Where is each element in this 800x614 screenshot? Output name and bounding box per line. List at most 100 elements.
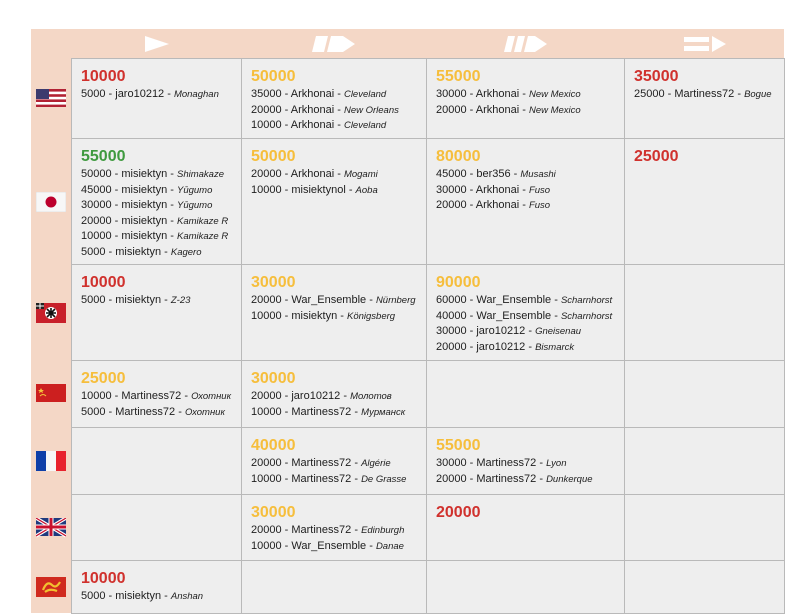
- contribution-text: 10000 - misiektyn -: [251, 309, 347, 322]
- ship-name: Yūgumo: [176, 184, 213, 196]
- contribution-entry: 5000 - misiektyn - Anshan: [81, 589, 235, 605]
- contribution-entry: 20000 - Arkhonai - New Orleans: [251, 103, 420, 119]
- tier-2-cell: 30000 20000 - jaro10212 - Молотов 10000 - …: [241, 360, 427, 428]
- contribution-entry: 20000 - Arkhonai - New Mexico: [436, 103, 618, 119]
- rewards-table: 10000 5000 - jaro10212 - Monaghan 50000 350…: [71, 29, 785, 614]
- ship-name: Musashi: [520, 169, 556, 180]
- contribution-entry: 30000 - misiektyn - Yūgumo: [81, 198, 235, 214]
- tier-1-cell: [71, 494, 242, 561]
- ship-name: Fuso: [528, 200, 551, 211]
- arrow-tier-1-icon: [144, 35, 169, 52]
- ship-name: New Mexico: [528, 104, 581, 116]
- tier-4-cell: [624, 427, 785, 495]
- reward-total: 40000: [251, 437, 296, 454]
- contribution-text: 45000 - ber356 -: [436, 168, 521, 180]
- nation-row-germany: 10000 5000 - misiektyn - Z-23 30000 20000 -…: [71, 264, 785, 361]
- tier-2-cell: 30000 20000 - War_Ensemble - Nürnberg 1000…: [241, 264, 427, 361]
- tier-4-header: [625, 29, 785, 59]
- pan-asia-flag-icon: [36, 577, 66, 597]
- contribution-text: 20000 - jaro10212 -: [251, 390, 351, 402]
- tier-4-cell: [624, 560, 785, 614]
- ship-name: Z-23: [170, 295, 191, 306]
- contribution-entry: 20000 - Martiness72 - Edinburgh: [251, 523, 420, 539]
- nation-row-usa: 10000 5000 - jaro10212 - Monaghan 50000 350…: [71, 58, 785, 139]
- ship-name: Scharnhorst: [560, 310, 613, 322]
- contribution-text: 10000 - Arkhonai -: [251, 119, 344, 131]
- contribution-text: 45000 - misiektyn -: [81, 183, 177, 196]
- contribution-text: 20000 - Arkhonai -: [251, 103, 344, 116]
- contribution-text: 60000 - War_Ensemble -: [436, 294, 561, 306]
- contribution-text: 10000 - misiektynol -: [251, 183, 356, 196]
- reward-total: 30000: [251, 274, 296, 291]
- tier-3-cell: 20000: [426, 494, 625, 561]
- contribution-entry: 40000 - War_Ensemble - Scharnhorst: [436, 309, 618, 325]
- ship-name: Danae: [375, 540, 404, 552]
- ship-name: Anshan: [170, 591, 204, 602]
- ship-name: Fuso: [528, 184, 551, 196]
- ship-name: Nürnberg: [375, 295, 416, 306]
- ship-name: Yūgumo: [176, 200, 213, 211]
- tier-4-cell: [624, 360, 785, 428]
- contribution-entry: 45000 - misiektyn - Yūgumo: [81, 183, 235, 199]
- contribution-text: 30000 - Arkhonai -: [436, 88, 529, 100]
- contribution-text: 10000 - Martiness72 -: [251, 405, 362, 418]
- ship-name: Охотник: [191, 391, 232, 402]
- contribution-text: 20000 - Martiness72 -: [251, 457, 362, 469]
- contribution-text: 20000 - Arkhonai -: [251, 168, 344, 180]
- arrow-tier-3-icon: [503, 35, 547, 52]
- tier-1-cell: 25000 10000 - Martiness72 - Охотник 5000 -…: [71, 360, 242, 428]
- contribution-text: 20000 - misiektyn -: [81, 214, 177, 227]
- ship-name: Cleveland: [343, 89, 387, 100]
- contribution-text: 5000 - misiektyn -: [81, 294, 171, 306]
- reward-total: 50000: [251, 148, 296, 165]
- contribution-entry: 20000 - War_Ensemble - Nürnberg: [251, 293, 420, 309]
- contribution-entry: 10000 - misiektyn - Königsberg: [251, 309, 420, 325]
- ussr-flag-icon: [36, 384, 66, 402]
- contribution-entry: 5000 - misiektyn - Kagero: [81, 245, 235, 261]
- contribution-entry: 20000 - jaro10212 - Bismarck: [436, 340, 618, 356]
- uk-flag-icon: [36, 517, 66, 538]
- contribution-entry: 20000 - Arkhonai - Fuso: [436, 198, 618, 214]
- tier-1-header: [72, 29, 242, 59]
- contribution-text: 30000 - Martiness72 -: [436, 457, 547, 469]
- tier-3-cell: [426, 360, 625, 428]
- contribution-text: 5000 - jaro10212 -: [81, 88, 174, 100]
- reward-total: 55000: [81, 148, 126, 165]
- contribution-entry: 20000 - misiektyn - Kamikaze R: [81, 214, 235, 230]
- contribution-entry: 20000 - Arkhonai - Mogami: [251, 167, 420, 183]
- nation-row-japan: 55000 50000 - misiektyn - Shimakaze 45000 …: [71, 138, 785, 265]
- contribution-text: 50000 - misiektyn -: [81, 168, 177, 180]
- nation-row-uk: 30000 20000 - Martiness72 - Edinburgh 1000…: [71, 494, 785, 561]
- nation-row-pan-asia: 10000 5000 - misiektyn - Anshan: [71, 560, 785, 614]
- tier-2-cell: 30000 20000 - Martiness72 - Edinburgh 1000…: [241, 494, 427, 561]
- france-flag-icon: [36, 451, 66, 471]
- ship-name: Königsberg: [346, 310, 396, 322]
- ship-name: Edinburgh: [361, 525, 405, 536]
- contribution-text: 10000 - Martiness72 -: [251, 472, 362, 485]
- contribution-text: 20000 - Arkhonai -: [436, 199, 529, 211]
- ship-name: Cleveland: [343, 120, 387, 131]
- reward-total: 10000: [81, 274, 126, 291]
- ship-name: New Orleans: [343, 104, 399, 116]
- reward-total: 50000: [251, 68, 296, 85]
- ship-name: De Grasse: [361, 473, 407, 485]
- contribution-text: 20000 - War_Ensemble -: [251, 294, 376, 306]
- ship-name: Мурманск: [361, 406, 406, 418]
- contribution-entry: 10000 - Martiness72 - Мурманск: [251, 405, 420, 421]
- contribution-text: 40000 - War_Ensemble -: [436, 309, 561, 322]
- contribution-text: 30000 - misiektyn -: [81, 199, 177, 211]
- nation-row-france: 40000 20000 - Martiness72 - Algérie 10000 …: [71, 427, 785, 495]
- tier-3-cell: [426, 560, 625, 614]
- ship-name: Shimakaze: [176, 169, 224, 180]
- germany-flag-icon: [36, 302, 66, 323]
- contribution-entry: 5000 - Martiness72 - Охотник: [81, 405, 235, 421]
- reward-total: 10000: [81, 68, 126, 85]
- japan-flag-icon: [36, 191, 66, 212]
- contribution-text: 20000 - Arkhonai -: [436, 103, 529, 116]
- ship-name: Lyon: [546, 458, 567, 469]
- tier-4-cell: 25000: [624, 138, 785, 265]
- tier-3-header: [427, 29, 625, 59]
- contribution-text: 5000 - Martiness72 -: [81, 405, 185, 418]
- arrow-tier-4-icon: [683, 35, 726, 52]
- reward-total: 55000: [436, 437, 481, 454]
